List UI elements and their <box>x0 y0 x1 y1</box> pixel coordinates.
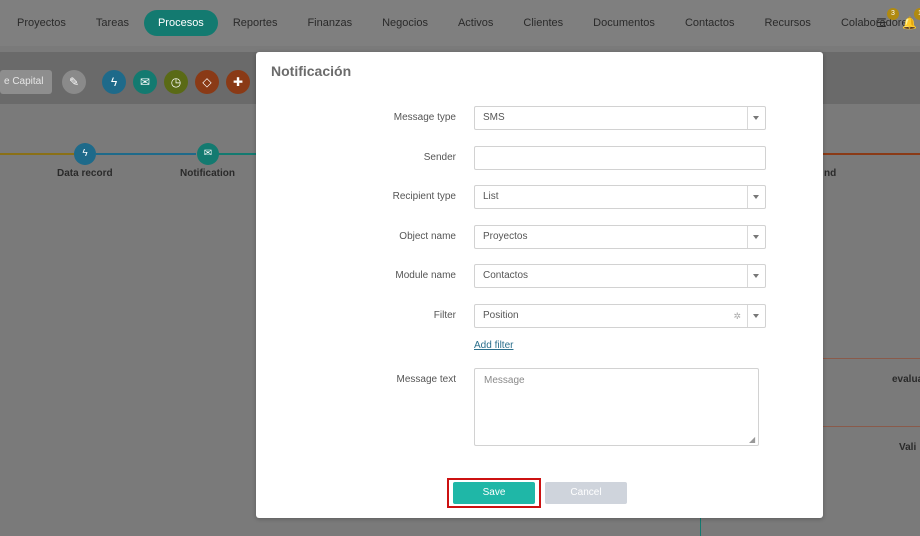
object-name-label: Object name <box>399 231 456 242</box>
notification-node-icon[interactable]: ✉ <box>197 143 219 165</box>
object-name-row: Object name Proyectos <box>256 225 823 249</box>
validation-label: Vali <box>899 442 917 453</box>
notification-node-label: Notification <box>180 168 235 179</box>
filter-label: Filter <box>433 310 456 321</box>
nav-reportes[interactable]: Reportes <box>218 10 293 36</box>
nav-negocios[interactable]: Negocios <box>367 10 443 36</box>
chevron-down-icon[interactable] <box>747 226 765 248</box>
sender-label: Sender <box>423 152 456 163</box>
recipient-type-select[interactable]: List <box>474 185 766 209</box>
nav-contactos[interactable]: Contactos <box>670 10 750 36</box>
recipient-type-label: Recipient type <box>392 191 456 202</box>
chevron-down-icon[interactable] <box>747 186 765 208</box>
branch-line <box>823 358 920 359</box>
data-record-node-icon[interactable]: ϟ <box>74 143 96 165</box>
message-textarea[interactable] <box>474 368 759 446</box>
nav-recursos[interactable]: Recursos <box>749 10 825 36</box>
nav-procesos[interactable]: Procesos <box>143 10 218 36</box>
bell-icon[interactable]: 🔔 <box>902 16 917 30</box>
sender-input[interactable] <box>474 146 766 170</box>
sender-row: Sender <box>256 146 823 170</box>
resize-grip-icon[interactable]: ◢ <box>749 436 756 444</box>
filter-row: Filter Position ✲ <box>256 304 823 328</box>
list-badge: 3 <box>887 8 899 20</box>
module-name-row: Module name Contactos <box>256 264 823 288</box>
object-name-value: Proyectos <box>483 231 528 242</box>
modal-title: Notificación <box>271 63 352 79</box>
nav-activos[interactable]: Activos <box>443 10 508 36</box>
nav-finanzas[interactable]: Finanzas <box>292 10 367 36</box>
filter-select[interactable]: Position ✲ <box>474 304 766 328</box>
nav-tareas[interactable]: Tareas <box>81 10 144 36</box>
branch-line <box>823 426 920 427</box>
module-name-value: Contactos <box>483 270 529 281</box>
object-name-select[interactable]: Proyectos <box>474 225 766 249</box>
chevron-down-icon[interactable] <box>747 305 765 327</box>
bell-badge: 1 <box>914 8 920 20</box>
notification-modal: Notificación Message type SMS Sender Rec… <box>256 52 823 518</box>
nav-documentos[interactable]: Documentos <box>578 10 670 36</box>
clock-icon[interactable]: ◷ <box>164 70 188 94</box>
flow-connector <box>96 153 196 155</box>
evaluation-label: evalua <box>892 374 920 385</box>
chevron-down-icon[interactable] <box>747 265 765 287</box>
flow-connector <box>0 153 75 155</box>
recipient-type-row: Recipient type List <box>256 185 823 209</box>
nav-proyectos[interactable]: Proyectos <box>2 10 81 36</box>
diamond-icon[interactable]: ◇ <box>195 70 219 94</box>
end-node-label: nd <box>824 168 837 179</box>
add-filter-link[interactable]: Add filter <box>474 340 513 351</box>
cancel-button[interactable]: Cancel <box>545 482 627 504</box>
plus-icon[interactable]: ✚ <box>226 70 250 94</box>
capital-button[interactable]: e Capital <box>0 70 52 94</box>
envelope-icon[interactable]: ✉ <box>133 70 157 94</box>
flow-connector <box>823 153 920 155</box>
chevron-down-icon[interactable] <box>747 107 765 129</box>
nav-clientes[interactable]: Clientes <box>508 10 578 36</box>
recipient-type-value: List <box>483 191 499 202</box>
save-button[interactable]: Save <box>453 482 535 504</box>
message-text-label: Message text <box>396 374 456 385</box>
message-type-label: Message type <box>393 112 456 123</box>
bolt-icon[interactable]: ϟ <box>102 70 126 94</box>
flow-connector <box>218 153 258 155</box>
module-name-select[interactable]: Contactos <box>474 264 766 288</box>
branch-vertical-line <box>700 518 701 536</box>
top-nav: Proyectos Tareas Procesos Reportes Finan… <box>0 0 920 46</box>
data-record-node-label: Data record <box>57 168 113 179</box>
message-type-select[interactable]: SMS <box>474 106 766 130</box>
clear-icon[interactable]: ✲ <box>733 305 741 327</box>
pencil-icon[interactable]: ✎ <box>62 70 86 94</box>
filter-value: Position <box>483 310 519 321</box>
message-type-row: Message type SMS <box>256 106 823 130</box>
message-type-value: SMS <box>483 112 505 123</box>
module-name-label: Module name <box>395 270 456 281</box>
nav-right-icons: ☰ 3 🔔 1 <box>870 0 920 46</box>
